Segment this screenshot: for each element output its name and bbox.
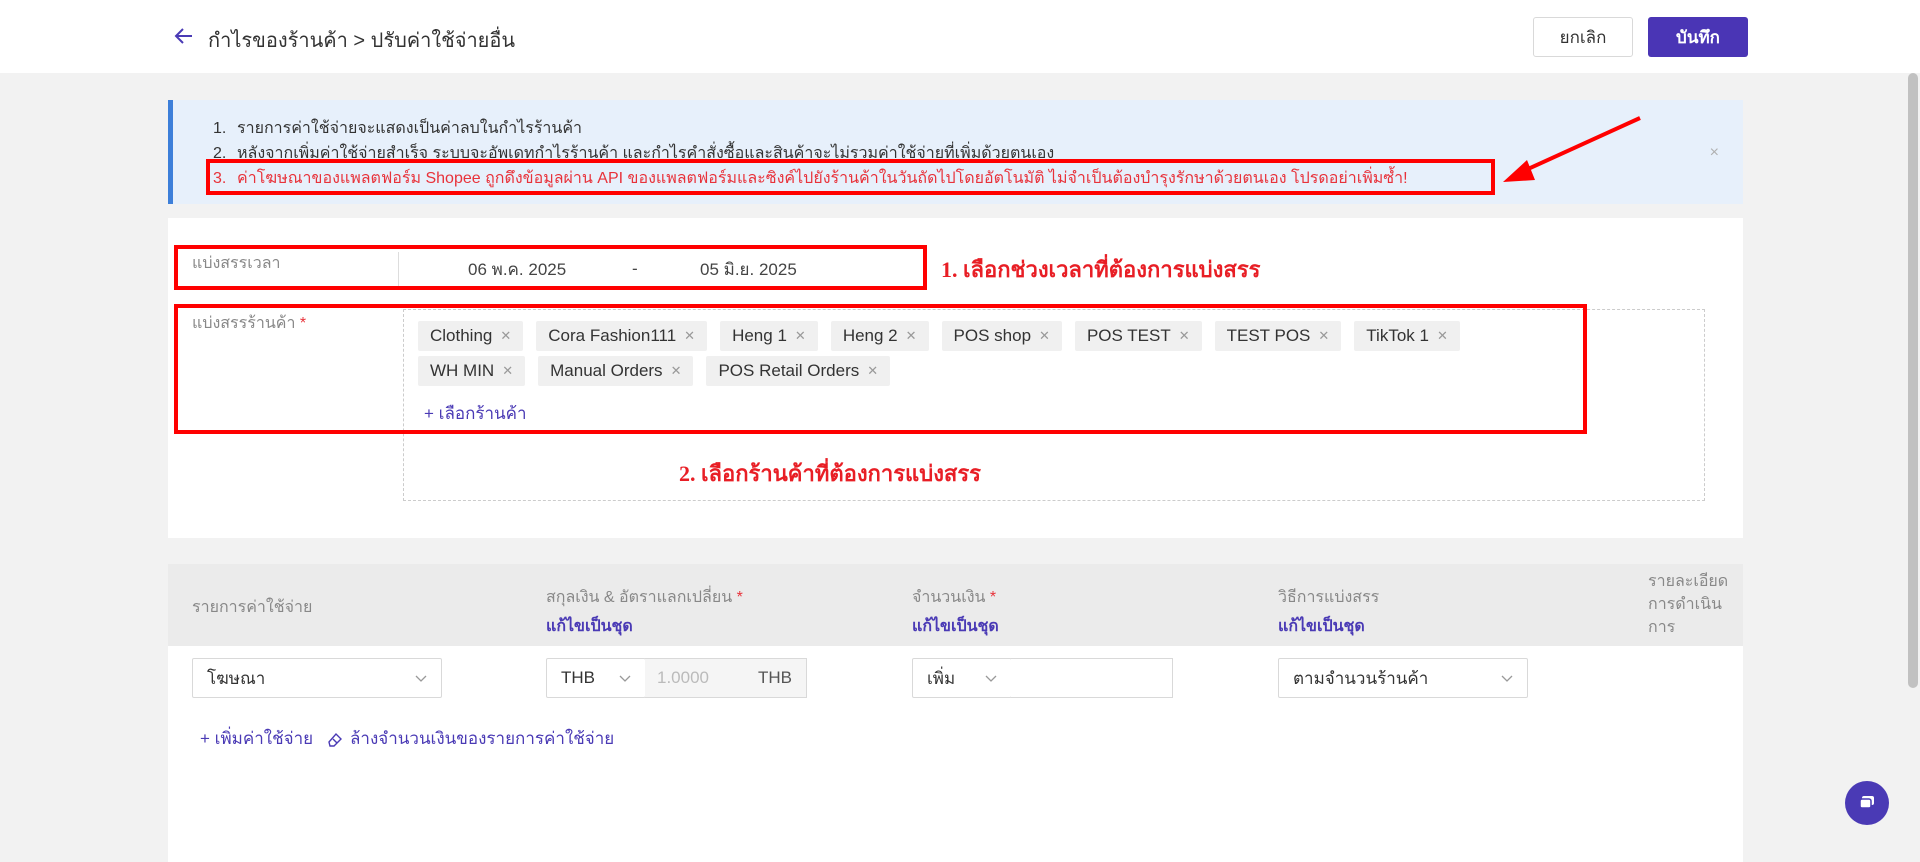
column-header-item: รายการค่าใช้จ่าย: [192, 599, 313, 616]
back-arrow-icon[interactable]: [172, 24, 196, 48]
amount-input[interactable]: [1011, 658, 1173, 698]
column-header-actions-line: รายละเอียด: [1648, 573, 1729, 590]
notice-item-number: 1.: [213, 120, 227, 137]
column-header-actions-line: การ: [1648, 619, 1676, 636]
red-arrow-icon: [1503, 116, 1641, 182]
chevron-down-icon: [1501, 675, 1513, 682]
currency-value: THB: [561, 668, 595, 687]
required-mark: *: [989, 589, 997, 606]
currency-select[interactable]: THB: [546, 658, 646, 698]
annotation-step-1: 1. เลือกช่วงเวลาที่ต้องการแบ่งสรร: [941, 257, 1261, 282]
notice-item: 1. รายการค่าใช้จ่ายจะแสดงเป็นค่าลบในกำไรร…: [213, 116, 1408, 141]
column-header-method: วิธีการแบ่งสรร แก้ไขเป็นชุด: [1278, 585, 1379, 639]
amount-type-select[interactable]: เพิ่ม: [912, 658, 1012, 698]
save-button[interactable]: บันทึก: [1648, 17, 1748, 57]
chevron-down-icon: [619, 675, 631, 682]
required-mark: *: [736, 589, 743, 606]
column-header-actions-line: การดำเนิน: [1648, 596, 1722, 613]
expense-item-value: โฆษณา: [207, 668, 266, 688]
notice-item-text: รายการค่าใช้จ่ายจะแสดงเป็นค่าลบในกำไรร้า…: [237, 120, 583, 137]
add-expense-button[interactable]: + เพิ่มค่าใช้จ่าย: [200, 725, 313, 752]
exchange-rate-currency: THB: [758, 668, 792, 687]
amount-type-value: เพิ่ม: [927, 668, 956, 688]
scrollbar[interactable]: [1908, 73, 1918, 688]
exchange-rate-field: 1.0000 THB: [645, 658, 807, 698]
annotation-step-2: 2. เลือกร้านค้าที่ต้องการแบ่งสรร: [679, 461, 981, 486]
clear-amount-label: ล้างจำนวนเงินของรายการค่าใช้จ่าย: [350, 729, 615, 748]
column-header-currency: สกุลเงิน & อัตราแลกเปลี่ยน * แก้ไขเป็นชุ…: [546, 585, 743, 639]
close-icon[interactable]: ×: [1710, 144, 1719, 162]
column-header-amount-label: จำนวนเงิน: [912, 589, 986, 606]
chat-icon: [1859, 796, 1874, 809]
expense-item-select[interactable]: โฆษณา: [192, 658, 442, 698]
chat-button[interactable]: [1845, 781, 1889, 825]
cancel-button[interactable]: ยกเลิก: [1533, 17, 1633, 57]
column-header-currency-label: สกุลเงิน & อัตราแลกเปลี่ยน: [546, 589, 733, 606]
allocation-method-select[interactable]: ตามจำนวนร้านค้า: [1278, 658, 1528, 698]
column-header-actions: รายละเอียด การดำเนิน การ: [1648, 570, 1728, 639]
highlight-box-date: [174, 245, 927, 290]
batch-edit-link[interactable]: แก้ไขเป็นชุด: [1278, 614, 1379, 639]
chevron-down-icon: [415, 675, 427, 682]
highlight-box-shop: [174, 304, 1587, 434]
clear-amount-button[interactable]: ล้างจำนวนเงินของรายการค่าใช้จ่าย: [326, 725, 614, 752]
column-header-method-label: วิธีการแบ่งสรร: [1278, 589, 1380, 606]
batch-edit-link[interactable]: แก้ไขเป็นชุด: [912, 614, 999, 639]
highlight-box-notice: [206, 159, 1495, 195]
allocation-method-value: ตามจำนวนร้านค้า: [1293, 668, 1429, 688]
chevron-down-icon: [985, 675, 997, 682]
eraser-icon: [328, 732, 342, 747]
top-bar: กำไรของร้านค้า > ปรับค่าใช้จ่ายอื่น ยกเล…: [0, 0, 1920, 73]
exchange-rate-value: 1.0000: [657, 668, 709, 687]
column-header-amount: จำนวนเงิน * แก้ไขเป็นชุด: [912, 585, 999, 639]
batch-edit-link[interactable]: แก้ไขเป็นชุด: [546, 614, 743, 639]
page-title: กำไรของร้านค้า > ปรับค่าใช้จ่ายอื่น: [208, 30, 516, 52]
